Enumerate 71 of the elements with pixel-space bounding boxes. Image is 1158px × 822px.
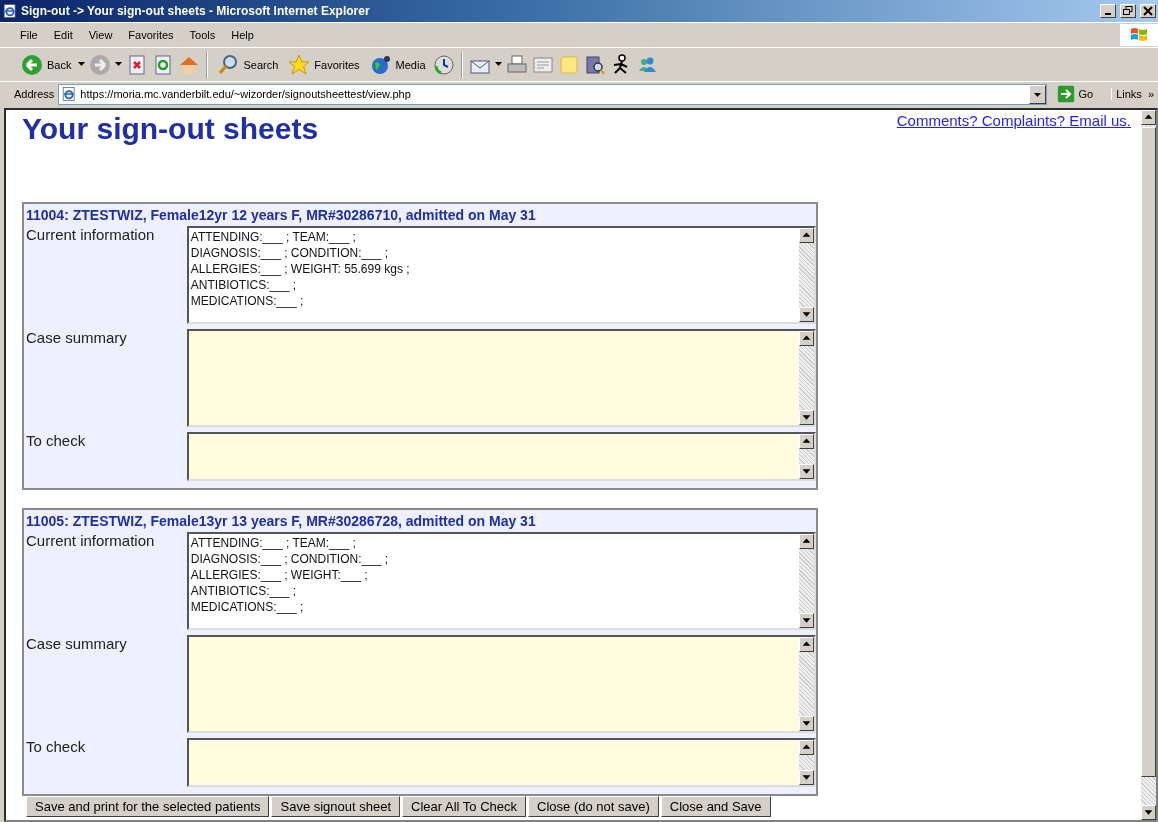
scroll-up-button[interactable]	[799, 534, 814, 549]
close-icon	[1143, 6, 1153, 16]
history-icon	[432, 53, 455, 76]
text-area[interactable]: ATTENDING:___ ; TEAM:___ ; DIAGNOSIS:___ ; CONDITION:___ ; ALLERGIES:___ ; WEIGHT: 55.699 kgs ; ANTIBIOTICS:___ ; MEDICATIONS:___ ;	[186, 226, 816, 324]
scroll-up-button[interactable]	[799, 331, 814, 346]
field-label: Current information	[25, 226, 156, 245]
field-label: Case summary	[25, 635, 128, 654]
text-area[interactable]	[186, 329, 816, 427]
field-label: To check	[25, 432, 87, 451]
scroll-up-button[interactable]	[799, 434, 814, 449]
scroll-down-button[interactable]	[799, 716, 814, 731]
menu-item[interactable]: View	[80, 27, 121, 43]
scroll-up-button[interactable]	[799, 740, 814, 755]
menu-item[interactable]: Tools	[181, 27, 224, 43]
caret-icon[interactable]	[494, 62, 502, 67]
scroll-up-button[interactable]	[799, 228, 814, 243]
restore-icon	[1123, 6, 1133, 16]
caret-icon[interactable]	[78, 62, 86, 67]
search-icon	[217, 53, 240, 76]
menu-item[interactable]: Favorites	[120, 27, 182, 43]
dropdown-button[interactable]	[1028, 84, 1046, 104]
feedback-link[interactable]: Comments? Complaints? Email us.	[896, 112, 1131, 129]
text-area[interactable]	[186, 738, 816, 787]
chevron-button[interactable]: »	[1147, 88, 1154, 100]
star-icon	[288, 53, 311, 76]
note-icon	[557, 53, 580, 76]
text-area[interactable]: ATTENDING:___ ; TEAM:___ ; DIAGNOSIS:___ ; CONDITION:___ ; ALLERGIES:___ ; WEIGHT:___ ; ANTIBIOTICS:___ ; MEDICATIONS:___ ;	[186, 532, 816, 630]
menu-item[interactable]: File	[12, 27, 46, 43]
form-button[interactable]: Clear All To Check	[402, 796, 527, 817]
right-arrow-icon	[1056, 85, 1075, 103]
browser-icon	[2, 3, 18, 19]
field-label: Case summary	[25, 329, 128, 348]
scroll-up-button[interactable]	[1141, 110, 1156, 125]
field-label: Current information	[25, 532, 156, 551]
scroll-down-button[interactable]	[799, 613, 814, 628]
go-button[interactable]: Go	[1050, 85, 1108, 103]
research-icon	[583, 53, 606, 76]
globe-icon	[369, 53, 392, 76]
patient-header: 11004: ZTESTWIZ, Female12yr 12 years F, MR#30286710, admitted on May 31	[25, 206, 537, 225]
address-field[interactable]: https://moria.mc.vanderbilt.edu/~wizorder/signoutsheettest/view.php	[58, 83, 1047, 105]
address-label: Address	[14, 88, 55, 100]
text-area[interactable]	[186, 432, 816, 481]
favorites-button[interactable]: Favorites	[285, 51, 363, 78]
close-button[interactable]	[1140, 4, 1156, 18]
form-button[interactable]: Close and Save	[660, 796, 771, 817]
patient-header: 11005: ZTESTWIZ, Female13yr 13 years F, MR#30286728, admitted on May 31	[25, 512, 537, 531]
scroll-down-button[interactable]	[799, 770, 814, 785]
scroll-down-button[interactable]	[1141, 805, 1156, 820]
media-button[interactable]: Media	[366, 51, 429, 78]
page-heading: Your sign-out sheets	[22, 112, 319, 146]
printer-icon	[505, 53, 528, 76]
browser-icon	[61, 86, 78, 102]
field-label: To check	[25, 738, 87, 757]
menu-item[interactable]: Help	[223, 27, 262, 43]
caret-icon[interactable]	[115, 62, 123, 67]
scroll-down-button[interactable]	[799, 307, 814, 322]
form-button[interactable]: Close (do not save)	[528, 796, 659, 817]
links-button[interactable]: Links	[1116, 88, 1142, 100]
minimize-button[interactable]	[1100, 4, 1116, 18]
window-title: Sign-out -> Your sign-out sheets - Microsoft Internet Explorer	[21, 4, 371, 18]
scroll-down-button[interactable]	[799, 464, 814, 479]
form-button[interactable]: Save and print for the selected patients	[26, 796, 270, 817]
menu-item[interactable]: Edit	[45, 27, 81, 43]
scroll-down-button[interactable]	[799, 410, 814, 425]
text-area[interactable]	[186, 635, 816, 733]
search-button[interactable]: Search	[214, 51, 282, 78]
minimize-icon	[1105, 13, 1111, 15]
restore-button[interactable]	[1120, 4, 1136, 18]
scroll-up-button[interactable]	[799, 637, 814, 652]
form-button[interactable]: Save signout sheet	[271, 796, 401, 817]
back-button[interactable]: Back	[18, 51, 75, 78]
